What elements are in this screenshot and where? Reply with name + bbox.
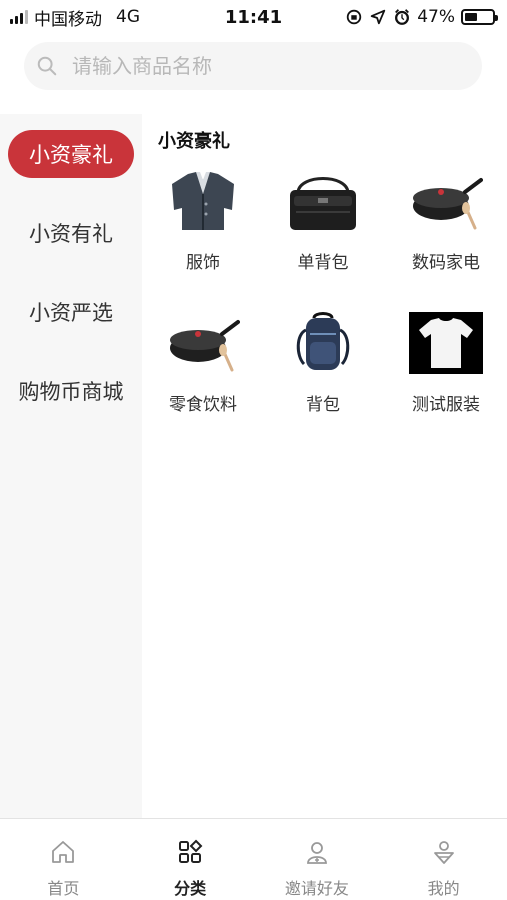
category-image: [409, 170, 483, 232]
tab-label: 分类: [174, 879, 207, 898]
category-label: 测试服装: [412, 395, 480, 415]
tab-home[interactable]: 首页: [0, 819, 127, 900]
jacket-icon: [172, 172, 234, 230]
location-icon: [371, 9, 386, 25]
signal-icon: [10, 10, 28, 24]
carrier-label: 中国移动: [34, 9, 102, 30]
sidebar-item-coin-mall[interactable]: 购物币商城: [0, 367, 142, 415]
category-label: 单背包: [297, 253, 349, 273]
sidebar-item-xiaozi-haoli[interactable]: 小资豪礼: [8, 130, 134, 178]
sidebar-item-xiaozi-yanxuan[interactable]: 小资严选: [0, 288, 142, 336]
battery-fill: [465, 13, 478, 21]
bottom-tab-bar: 首页 分类 邀请好友 我的: [0, 818, 507, 900]
search-input[interactable]: [72, 54, 432, 78]
clock: 11:41: [224, 6, 283, 28]
category-image: [166, 312, 240, 374]
invite-icon: [306, 842, 327, 864]
category-image: [166, 170, 240, 232]
handbag-icon: [290, 177, 356, 230]
tab-category[interactable]: 分类: [127, 819, 254, 900]
tab-label: 邀请好友: [284, 879, 349, 898]
category-item-digital-appliance[interactable]: 数码家电: [391, 170, 501, 290]
backpack-icon: [296, 312, 350, 370]
section-title: 小资豪礼: [158, 131, 230, 152]
sidebar-item-label: 小资有礼: [29, 222, 113, 246]
tshirt-icon: [409, 312, 483, 374]
category-image: [409, 312, 483, 374]
search-icon: [37, 56, 57, 76]
category-item-shoulder-bag[interactable]: 单背包: [268, 170, 378, 290]
tab-label: 首页: [47, 879, 80, 898]
profile-icon: [433, 841, 454, 864]
tab-invite-friends[interactable]: 邀请好友: [254, 819, 381, 900]
home-icon: [52, 841, 75, 863]
battery-percent: 47%: [417, 7, 455, 27]
alarm-icon: [395, 9, 410, 25]
pan-icon: [413, 178, 483, 230]
tab-label: 我的: [427, 879, 460, 898]
category-sidebar: 小资豪礼 小资有礼 小资严选 购物币商城: [0, 114, 142, 820]
category-item-clothing[interactable]: 服饰: [148, 170, 258, 290]
category-item-backpack[interactable]: 背包: [268, 312, 378, 432]
category-icon: [179, 839, 203, 863]
category-item-test-clothing[interactable]: 测试服装: [391, 312, 501, 432]
category-item-snacks-drinks[interactable]: 零食饮料: [148, 312, 258, 432]
sidebar-item-label: 小资严选: [29, 301, 113, 325]
rotation-lock-icon: [347, 9, 362, 25]
category-label: 数码家电: [412, 253, 480, 273]
sidebar-item-label: 小资豪礼: [29, 143, 113, 167]
tab-profile[interactable]: 我的: [380, 819, 507, 900]
status-left: 中国移动 4G: [10, 5, 140, 30]
battery-icon: [461, 9, 498, 25]
status-bar: 中国移动 4G 11:41 47%: [0, 0, 507, 34]
category-label: 背包: [306, 395, 340, 415]
sidebar-item-label: 购物币商城: [18, 380, 124, 404]
search-bar[interactable]: [24, 42, 482, 90]
category-image: [286, 312, 360, 374]
network-label: 4G: [116, 7, 140, 27]
status-right: 47%: [345, 7, 498, 27]
category-label: 服饰: [186, 253, 220, 273]
pan-icon: [170, 320, 240, 372]
sidebar-item-xiaozi-youli[interactable]: 小资有礼: [0, 209, 142, 257]
category-image: [286, 170, 360, 232]
category-label: 零食饮料: [169, 395, 237, 415]
